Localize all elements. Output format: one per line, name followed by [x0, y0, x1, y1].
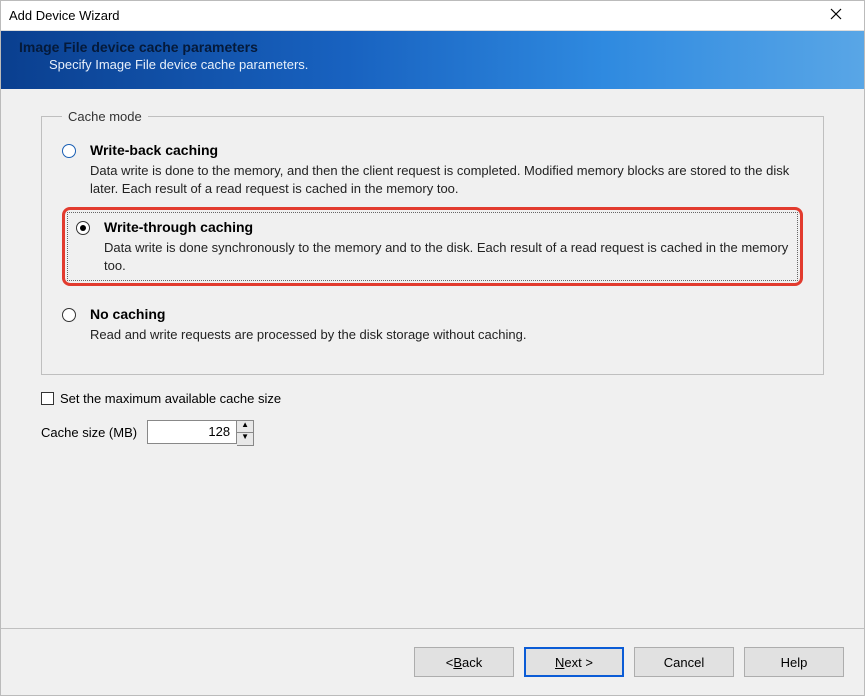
window-title: Add Device Wizard	[9, 8, 816, 23]
max-cache-checkbox[interactable]	[41, 392, 54, 405]
cache-mode-legend: Cache mode	[62, 109, 148, 124]
banner-title: Image File device cache parameters	[19, 39, 846, 55]
radio-no-caching[interactable]	[62, 308, 76, 322]
option-title: Write-through caching	[104, 219, 789, 235]
option-desc: Data write is done to the memory, and th…	[90, 162, 803, 197]
cache-size-row: Cache size (MB) ▲ ▼	[41, 420, 824, 446]
banner-subtitle: Specify Image File device cache paramete…	[49, 57, 846, 72]
radio-write-back[interactable]	[62, 144, 76, 158]
highlight-annotation: Write-through caching Data write is done…	[62, 207, 803, 286]
spinner-down-icon[interactable]: ▼	[237, 433, 253, 445]
option-write-through[interactable]: Write-through caching Data write is done…	[76, 219, 789, 274]
dialog-window: Add Device Wizard Image File device cach…	[0, 0, 865, 696]
cache-size-input[interactable]	[147, 420, 237, 444]
radio-write-through[interactable]	[76, 221, 90, 235]
max-cache-row[interactable]: Set the maximum available cache size	[41, 391, 824, 406]
titlebar: Add Device Wizard	[1, 1, 864, 31]
wizard-banner: Image File device cache parameters Speci…	[1, 31, 864, 89]
option-desc: Data write is done synchronously to the …	[104, 239, 789, 274]
button-bar: < Back Next > Cancel Help	[1, 628, 864, 695]
close-icon[interactable]	[816, 7, 856, 25]
help-button[interactable]: Help	[744, 647, 844, 677]
option-title: No caching	[90, 306, 803, 322]
spinner-up-icon[interactable]: ▲	[237, 421, 253, 433]
max-cache-label: Set the maximum available cache size	[60, 391, 281, 406]
radio-selected-dot	[80, 225, 86, 231]
back-button[interactable]: < Back	[414, 647, 514, 677]
option-no-caching[interactable]: No caching Read and write requests are p…	[62, 300, 803, 354]
content-area: Cache mode Write-back caching Data write…	[1, 89, 864, 628]
cache-mode-group: Cache mode Write-back caching Data write…	[41, 109, 824, 375]
cancel-button[interactable]: Cancel	[634, 647, 734, 677]
next-button[interactable]: Next >	[524, 647, 624, 677]
cache-size-spinner[interactable]: ▲ ▼	[147, 420, 254, 446]
option-title: Write-back caching	[90, 142, 803, 158]
option-write-back[interactable]: Write-back caching Data write is done to…	[62, 136, 803, 207]
cache-size-label: Cache size (MB)	[41, 425, 137, 440]
option-desc: Read and write requests are processed by…	[90, 326, 803, 344]
